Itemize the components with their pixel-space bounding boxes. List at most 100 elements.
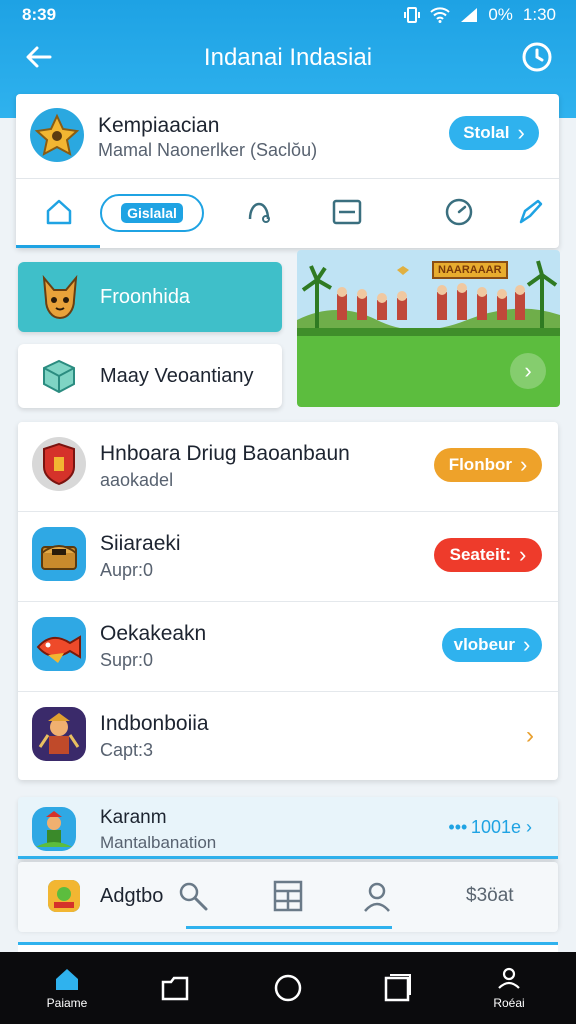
list-item-action-button[interactable]: Seateit: › [434, 538, 542, 572]
fox-mascot-icon [42, 274, 78, 320]
star-fighter-icon [34, 113, 80, 156]
profile-button[interactable] [360, 876, 394, 916]
tab-dashboard[interactable] [440, 193, 478, 231]
tab-active-label: Gislalal [121, 203, 183, 223]
account-avatar [30, 108, 84, 162]
list-item-subtitle: aaokadel [100, 470, 174, 490]
chevron-right-icon: › [519, 452, 528, 477]
square-icon [384, 974, 411, 1002]
chevron-right-icon: › [517, 120, 525, 145]
library-button-label: Maay Veoantiany [100, 365, 254, 387]
status-time-right: 1:30 [522, 5, 556, 24]
clock-icon [522, 42, 552, 72]
list-item[interactable]: Hnboara Driug Baoanbaun aaokadel Flonbor… [18, 422, 558, 512]
layout-button[interactable] [272, 876, 304, 916]
promo-value[interactable]: ••• 1001e › [448, 817, 532, 838]
nav-home-label: Paiame [46, 996, 88, 1010]
list-item[interactable]: Siiaraeki Aupr:0 Seateit: › [18, 512, 558, 602]
action-label: Seateit: [449, 545, 512, 564]
warrior-game-icon [38, 713, 80, 754]
app-list: Hnboara Driug Baoanbaun aaokadel Flonbor… [18, 422, 558, 780]
library-button[interactable]: Maay Veoantiany [18, 344, 282, 408]
chevron-right-icon: › [524, 358, 532, 383]
app-icon [32, 807, 76, 851]
history-button[interactable] [520, 40, 554, 74]
promo-card[interactable]: Karanm Mantalbanation ••• 1001e › [18, 797, 558, 859]
wifi-icon [430, 7, 451, 23]
promo-value-text: ••• 1001e [448, 817, 521, 837]
grid-icon [273, 880, 303, 912]
nav-profile[interactable]: Roéai [474, 960, 544, 1016]
promo-title: Karanm [100, 807, 167, 828]
account-card: Kempiaacian Mamal Naonerlker (Saclŏu) S… [16, 94, 559, 248]
home-icon [46, 199, 72, 225]
nav-recents-left[interactable] [140, 960, 210, 1016]
game-banner[interactable]: NAARAAAR › [297, 250, 560, 407]
list-box-icon [332, 199, 362, 225]
list-item-subtitle: Aupr:0 [100, 560, 154, 580]
status-icons: 0% 1:30 [404, 5, 556, 25]
tab-bar: Gislalal [16, 179, 559, 248]
game-thumb-icon [48, 880, 80, 912]
progress-indicator [186, 926, 392, 929]
adventure-game-icon [36, 811, 72, 847]
chevron-right-icon[interactable]: › [526, 722, 534, 750]
tab-search[interactable] [240, 193, 278, 231]
search-icon [179, 882, 208, 911]
app-icon [32, 707, 86, 761]
pencil-icon [519, 199, 543, 224]
list-item-title: Indbonboiia [100, 712, 209, 735]
nav-home-circle[interactable] [253, 960, 323, 1016]
list-item-subtitle: Capt:3 [100, 740, 154, 760]
banner-next-button[interactable]: › [510, 353, 546, 389]
nav-home[interactable]: Paiame [32, 960, 102, 1016]
action-label: vlobeur [453, 635, 516, 654]
list-item-action-button[interactable]: Flonbor › [434, 448, 542, 482]
fish-game-icon [36, 635, 81, 663]
account-subtitle: Mamal Naonerlker (Saclŏu) [98, 140, 318, 160]
tab-indicator [16, 245, 100, 248]
status-button-label: Stolal [463, 123, 510, 142]
chevron-right-icon: › [523, 632, 531, 657]
nav-profile-label: Roéai [493, 996, 525, 1010]
status-button[interactable]: Stolal › [449, 116, 539, 150]
featured-button[interactable]: Froonhida [18, 262, 282, 332]
page-title: Indanai Indasiai [203, 44, 373, 71]
list-item-subtitle: Supr:0 [100, 650, 154, 670]
tab-edit[interactable] [512, 193, 550, 231]
account-title: Kempiaacian [98, 114, 220, 137]
featured-button-label: Froonhida [100, 286, 191, 308]
price-label[interactable]: $3öat [466, 876, 514, 916]
banner-sign: NAARAAAR [432, 261, 508, 279]
list-item-title: Oekakeakn [100, 622, 207, 645]
signal-icon [461, 8, 478, 22]
bottom-item[interactable]: Adgtbo [48, 876, 163, 916]
nav-overview[interactable] [362, 960, 432, 1016]
system-nav-bar: Paiame Roéai [0, 952, 576, 1024]
list-item-title: Hnboara Driug Baoanbaun [100, 442, 350, 465]
app-icon [32, 527, 86, 581]
list-item[interactable]: Indbonboiia Capt:3 › [18, 692, 558, 782]
treasure-chest-icon [41, 545, 77, 570]
divider [18, 856, 558, 859]
gauge-icon [445, 198, 473, 226]
tab-home[interactable] [40, 193, 78, 231]
app-icon [32, 437, 86, 491]
bottom-action-bar: Adgtbo $3öat [18, 862, 558, 932]
home-icon [56, 969, 78, 990]
circle-home-icon [274, 974, 302, 1002]
box-icon [43, 359, 75, 394]
app-icon [48, 880, 80, 912]
battery-percent: 0% [488, 5, 513, 24]
bottom-item-label: Adgtbo [100, 884, 164, 907]
list-item-action-button[interactable]: vlobeur › [442, 628, 542, 662]
chevron-right-icon: › [519, 542, 527, 567]
promo-subtitle: Mantalbanation [100, 833, 217, 852]
status-time-left: 8:39 [22, 5, 57, 24]
search-button[interactable] [176, 876, 210, 916]
search-user-icon [248, 202, 270, 223]
tab-list[interactable] [328, 193, 366, 231]
user-icon [498, 967, 520, 989]
list-item[interactable]: Oekakeakn Supr:0 vlobeur › [18, 602, 558, 692]
tab-active[interactable]: Gislalal [100, 194, 204, 232]
